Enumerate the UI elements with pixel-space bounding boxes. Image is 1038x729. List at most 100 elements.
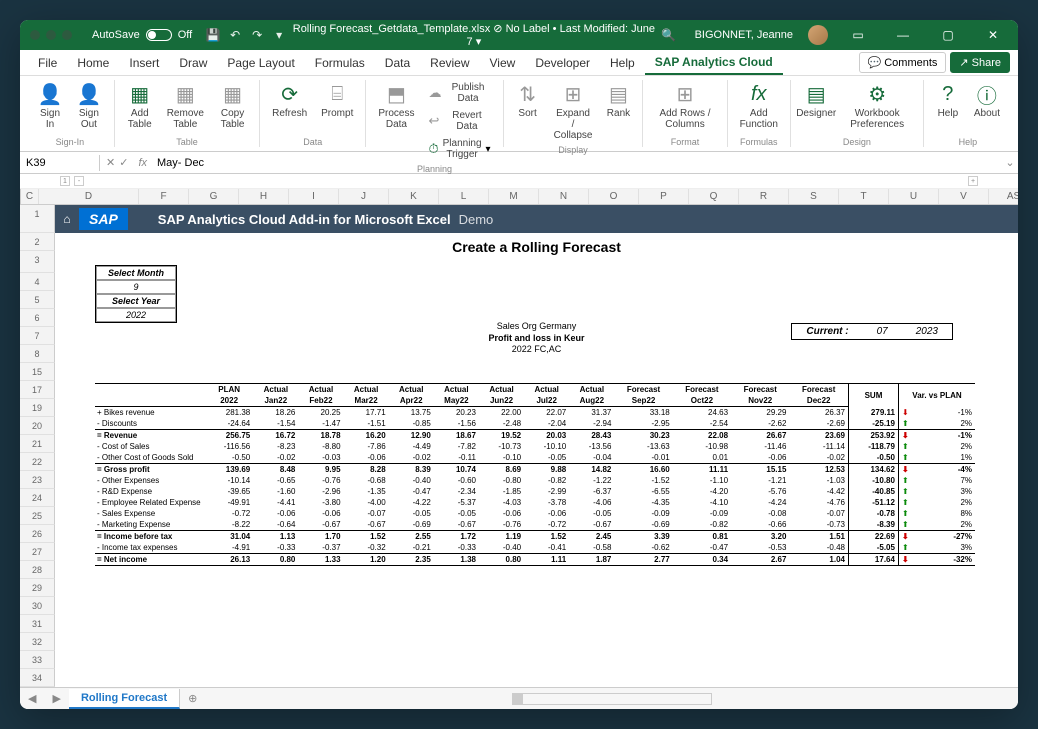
formula-input[interactable]: May- Dec [151, 155, 1002, 171]
toggle-icon[interactable] [146, 29, 172, 41]
avatar[interactable] [808, 25, 828, 45]
row-header[interactable]: 7 [20, 327, 55, 345]
row-header[interactable]: 26 [20, 525, 55, 543]
column-header[interactable]: H [239, 189, 289, 204]
tab-data[interactable]: Data [375, 52, 420, 74]
column-header[interactable]: J [339, 189, 389, 204]
column-header[interactable]: V [939, 189, 989, 204]
autosave-toggle[interactable]: AutoSave Off [92, 29, 192, 41]
tab-help[interactable]: Help [600, 52, 645, 74]
tab-formulas[interactable]: Formulas [305, 52, 375, 74]
name-box[interactable]: K39 [20, 155, 100, 171]
tab-file[interactable]: File [28, 52, 67, 74]
row-header[interactable]: 8 [20, 345, 55, 363]
table-row[interactable]: - Discounts-24.64-1.54-1.47-1.51-0.85-1.… [95, 418, 975, 430]
undo-icon[interactable]: ↶ [227, 27, 243, 43]
maximize-icon[interactable]: ▢ [933, 28, 963, 42]
tab-review[interactable]: Review [420, 52, 479, 74]
row-header[interactable]: 1 [20, 205, 55, 233]
column-header[interactable]: N [539, 189, 589, 204]
tab-developer[interactable]: Developer [525, 52, 600, 74]
add-function-button[interactable]: fxAdd Function [736, 80, 782, 132]
row-header[interactable]: 25 [20, 507, 55, 525]
column-header[interactable]: C [21, 189, 39, 204]
column-header[interactable]: G [189, 189, 239, 204]
rank-button[interactable]: ▤Rank [602, 80, 634, 121]
publish-data-button[interactable]: ☁Publish Data [424, 80, 494, 106]
process-data-button[interactable]: ⬒Process Data [374, 80, 418, 132]
add-sheet-icon[interactable]: ⊕ [180, 692, 205, 705]
remove-table-button[interactable]: ▦Remove Table [163, 80, 208, 132]
expand-collapse-button[interactable]: ⊞Expand / Collapse [550, 80, 597, 143]
row-header[interactable]: 22 [20, 453, 55, 471]
row-header[interactable]: 17 [20, 381, 55, 399]
refresh-button[interactable]: ⟳Refresh [268, 80, 311, 121]
row-header[interactable]: 15 [20, 363, 55, 381]
tab-page-layout[interactable]: Page Layout [217, 52, 304, 74]
column-header[interactable]: F [139, 189, 189, 204]
dropdown-icon[interactable]: ▾ [271, 27, 287, 43]
home-icon[interactable]: ⌂ [55, 212, 79, 226]
horizontal-scrollbar[interactable] [205, 693, 1018, 705]
prompt-button[interactable]: ⌸Prompt [317, 80, 357, 121]
redo-icon[interactable]: ↷ [249, 27, 265, 43]
column-header[interactable]: U [889, 189, 939, 204]
designer-button[interactable]: ▤Designer [799, 80, 834, 121]
table-row[interactable]: - Employee Related Expense-49.91-4.41-3.… [95, 497, 975, 508]
column-header[interactable]: I [289, 189, 339, 204]
table-row[interactable]: - Other Expenses-10.14-0.65-0.76-0.68-0.… [95, 475, 975, 486]
row-header[interactable]: 29 [20, 579, 55, 597]
table-row[interactable]: - Other Cost of Goods Sold-0.50-0.02-0.0… [95, 452, 975, 464]
table-row[interactable]: = Gross profit139.698.489.958.288.3910.7… [95, 464, 975, 476]
expand-formula-icon[interactable]: ⌄ [1002, 156, 1018, 169]
sign-out-button[interactable]: 👤Sign Out [72, 80, 106, 132]
about-button[interactable]: ⓘAbout [970, 80, 1004, 121]
row-header[interactable]: 4 [20, 273, 55, 291]
table-row[interactable]: - Cost of Sales-116.56-8.23-8.80-7.86-4.… [95, 441, 975, 452]
table-row[interactable]: - Sales Expense-0.72-0.06-0.06-0.07-0.05… [95, 508, 975, 519]
row-header[interactable]: 32 [20, 633, 55, 651]
enter-formula-icon[interactable]: ✓ [119, 156, 128, 169]
fx-icon[interactable]: fx [134, 157, 151, 169]
column-header[interactable]: AS [989, 189, 1018, 204]
revert-data-button[interactable]: ↩Revert Data [424, 108, 494, 134]
sheet-tab-active[interactable]: Rolling Forecast [69, 689, 180, 709]
sheet-nav-prev-icon[interactable]: ◀ [20, 692, 44, 705]
forecast-table[interactable]: PLANActualActualActualActualActualActual… [95, 383, 975, 566]
sign-in-button[interactable]: 👤Sign In [34, 80, 66, 132]
column-header[interactable]: T [839, 189, 889, 204]
table-row[interactable]: = Income before tax31.041.131.701.522.55… [95, 531, 975, 543]
search-icon[interactable]: 🔍 [661, 27, 677, 43]
row-header[interactable]: 6 [20, 309, 55, 327]
save-icon[interactable]: 💾 [205, 27, 221, 43]
column-header[interactable]: D [39, 189, 139, 204]
table-row[interactable]: = Revenue256.7516.7218.7816.2012.9018.67… [95, 430, 975, 442]
help-button[interactable]: ?Help [932, 80, 964, 121]
close-icon[interactable]: ✕ [978, 28, 1008, 42]
column-header[interactable]: O [589, 189, 639, 204]
row-header[interactable]: 28 [20, 561, 55, 579]
column-headers[interactable]: CDFGHIJKLMNOPQRSTUVASAT [20, 189, 1018, 205]
sheet-content[interactable]: ⌂ SAP SAP Analytics Cloud Add-in for Mic… [55, 205, 1018, 687]
tab-sap-analytics-cloud[interactable]: SAP Analytics Cloud [645, 51, 783, 75]
row-headers[interactable]: 1234567815171920212223242526272829303132… [20, 205, 55, 687]
share-button[interactable]: ↗ Share [950, 52, 1010, 73]
window-controls-mac[interactable] [30, 30, 72, 40]
month-year-selector[interactable]: Select Month 9 Select Year 2022 [95, 265, 177, 323]
column-header[interactable]: K [389, 189, 439, 204]
copy-table-button[interactable]: ▦Copy Table [214, 80, 251, 132]
comments-button[interactable]: 💬 Comments [859, 52, 947, 73]
tab-draw[interactable]: Draw [169, 52, 217, 74]
minimize-icon[interactable]: — [888, 28, 918, 42]
row-header[interactable]: 19 [20, 399, 55, 417]
column-header[interactable]: L [439, 189, 489, 204]
add-rows-button[interactable]: ⊞Add Rows / Columns [651, 80, 718, 132]
row-header[interactable]: 20 [20, 417, 55, 435]
ribbon-display-icon[interactable]: ▭ [843, 28, 873, 42]
outline-controls[interactable]: 1- + [20, 174, 1018, 189]
table-row[interactable]: - R&D Expense-39.65-1.60-2.96-1.35-0.47-… [95, 486, 975, 497]
column-header[interactable]: R [739, 189, 789, 204]
row-header[interactable]: 30 [20, 597, 55, 615]
column-header[interactable]: P [639, 189, 689, 204]
user-name[interactable]: BIGONNET, Jeanne [695, 29, 793, 41]
